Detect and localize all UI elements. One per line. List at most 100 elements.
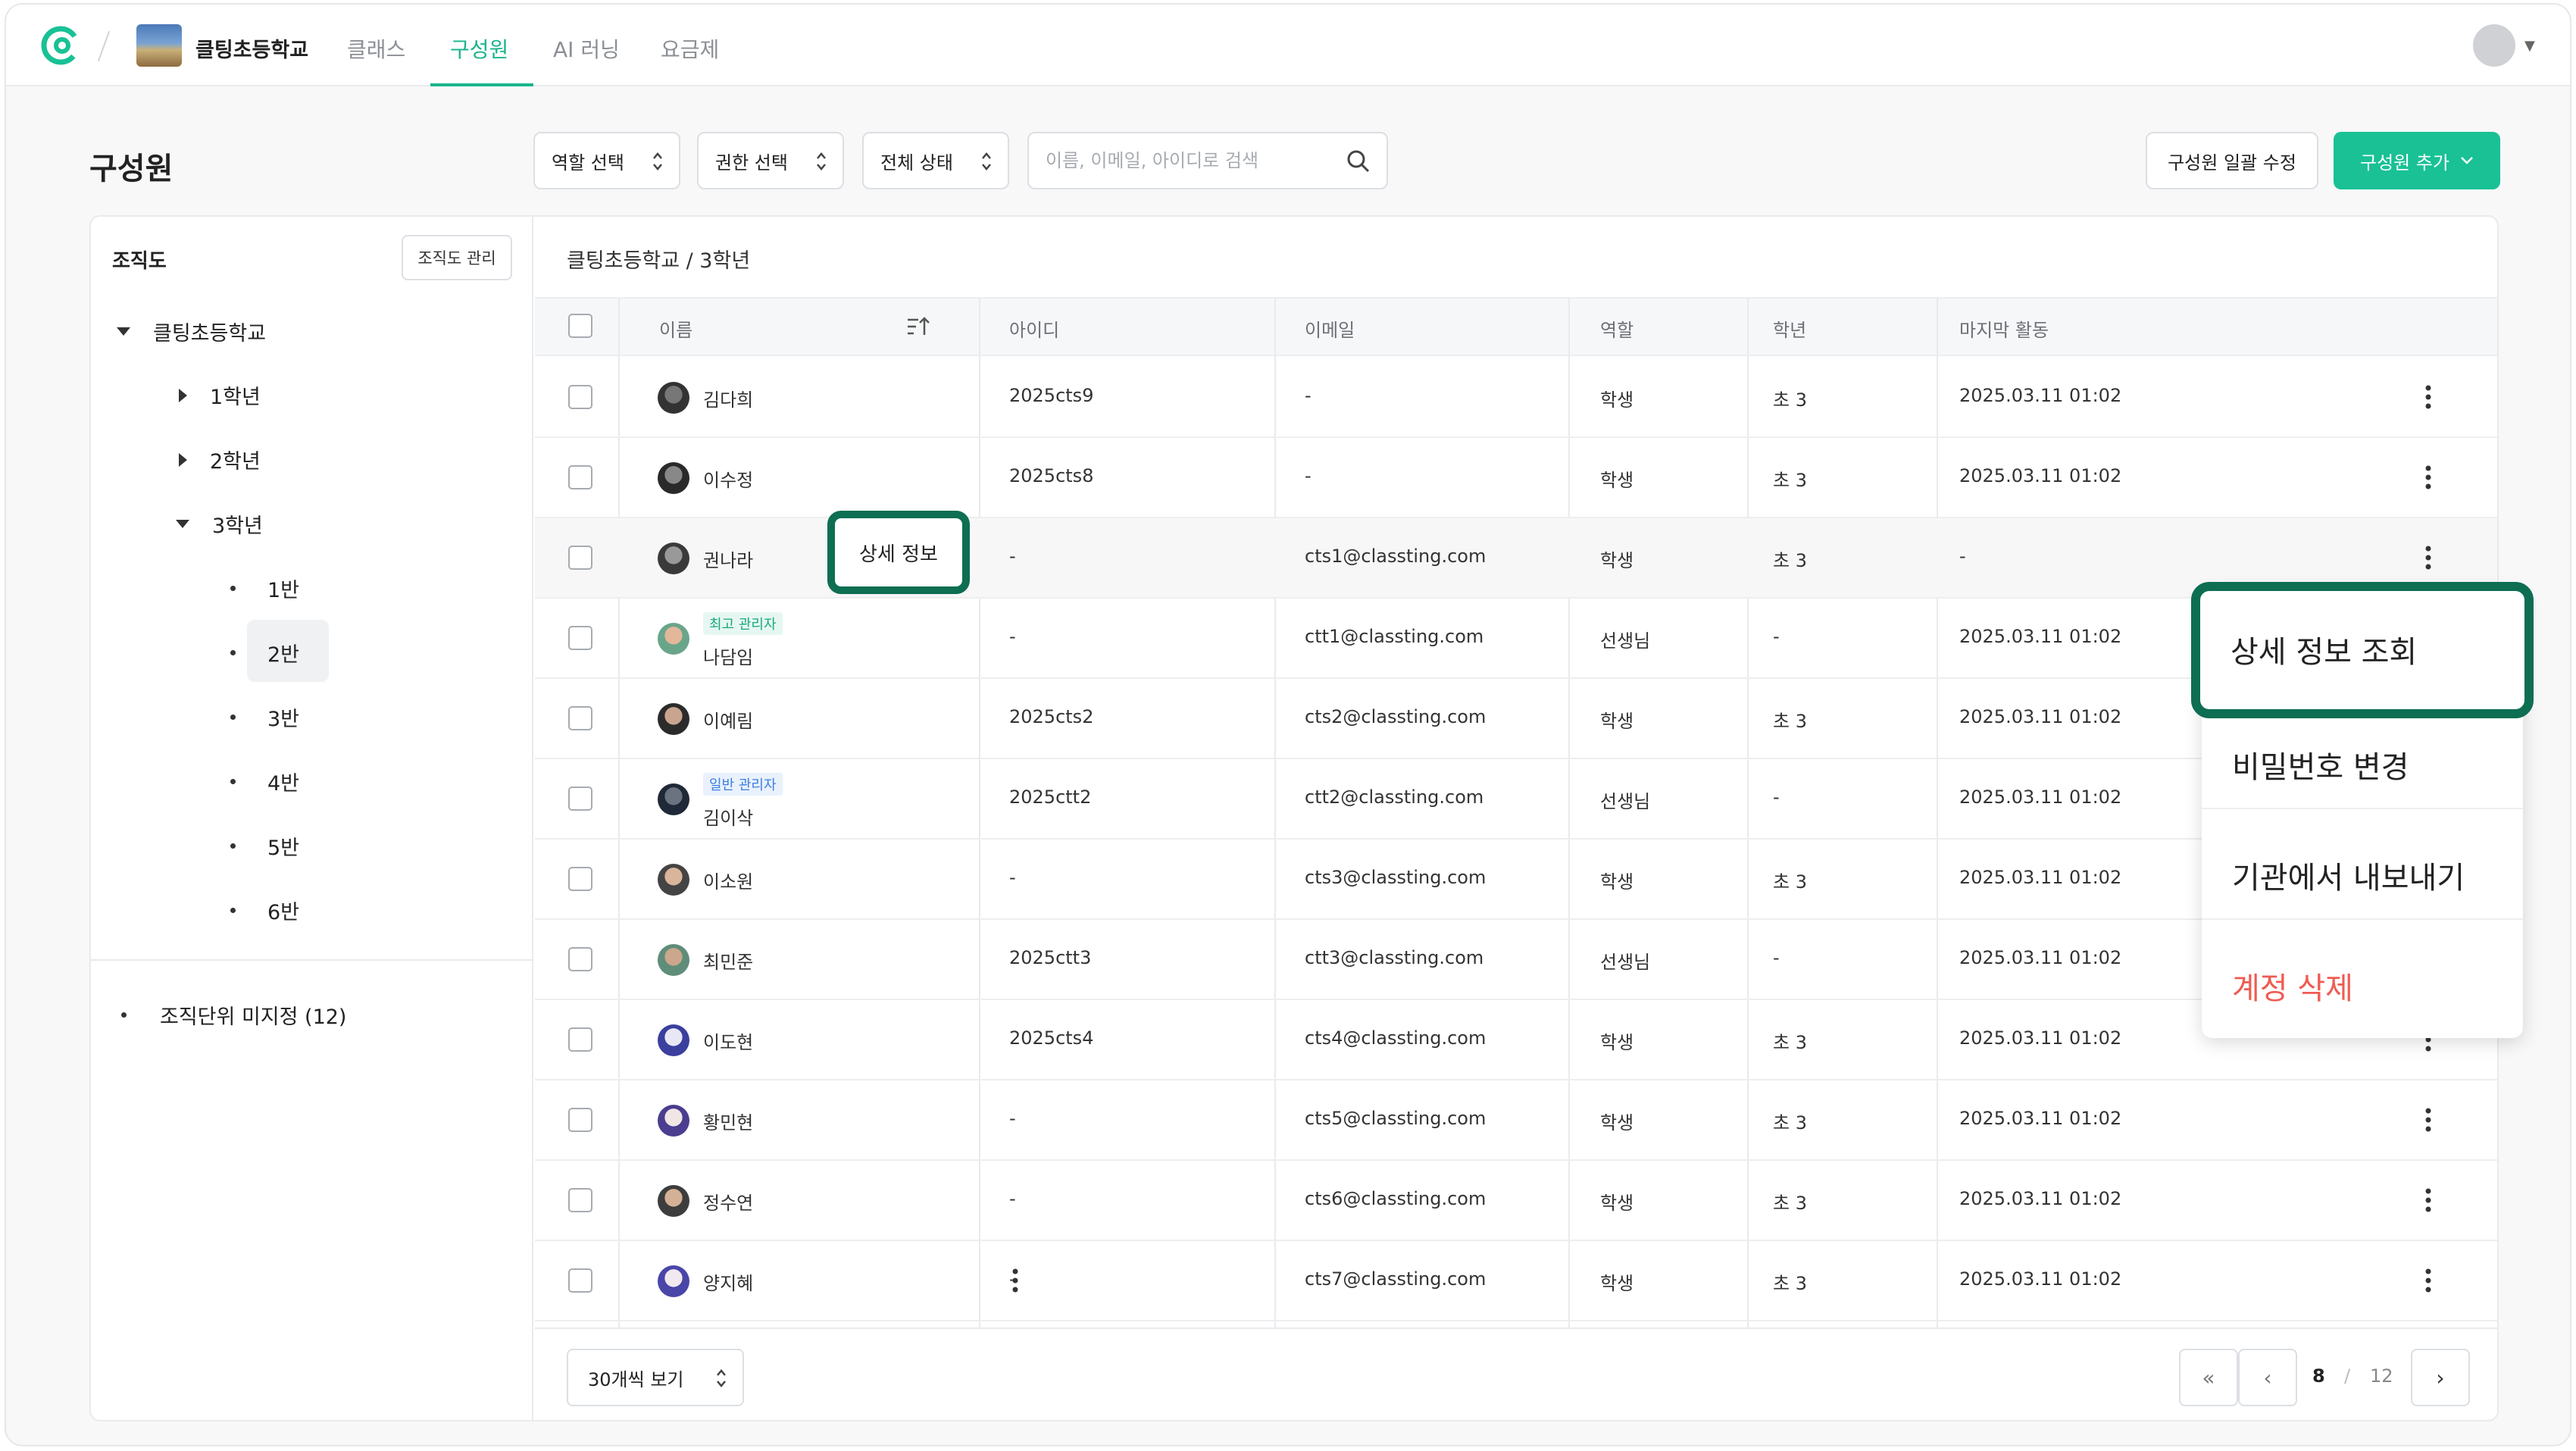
- member-name[interactable]: 이도현: [703, 1027, 753, 1054]
- header-name[interactable]: 이름: [659, 315, 692, 342]
- nav-tab-class[interactable]: 클래스: [347, 33, 405, 64]
- member-last-active: 2025.03.11 01:02: [1959, 786, 2122, 808]
- tree-item-label: 2학년: [210, 450, 261, 474]
- member-role: 학생: [1600, 1193, 1634, 1214]
- row-checkbox[interactable]: [568, 786, 592, 811]
- menu-item-change-password[interactable]: 비밀번호 변경: [2232, 743, 2409, 786]
- member-name[interactable]: 정수연: [703, 1188, 753, 1215]
- caret-down-icon[interactable]: [117, 327, 130, 336]
- member-id: -: [1009, 546, 1016, 567]
- member-name[interactable]: 이예림: [703, 706, 753, 733]
- avatar: [658, 944, 689, 976]
- menu-item-export-from-org[interactable]: 기관에서 내보내기: [2232, 853, 2465, 897]
- add-member-button[interactable]: 구성원 추가: [2334, 132, 2500, 189]
- row-checkbox[interactable]: [568, 465, 592, 489]
- first-page-button[interactable]: «: [2179, 1349, 2238, 1406]
- row-checkbox[interactable]: [568, 1027, 592, 1052]
- nav-tab-members[interactable]: 구성원: [450, 33, 508, 64]
- tree-item-grade-3[interactable]: 3학년: [176, 509, 263, 539]
- next-page-button[interactable]: ›: [2411, 1349, 2470, 1406]
- nav-tab-pricing[interactable]: 요금제: [661, 33, 719, 64]
- member-grade: 초 3: [1773, 1193, 1807, 1214]
- member-name[interactable]: 양지혜: [703, 1268, 753, 1295]
- member-last-active: 2025.03.11 01:02: [1959, 947, 2122, 968]
- more-options-icon[interactable]: [2425, 544, 2431, 571]
- menu-divider: [2202, 808, 2523, 809]
- row-checkbox[interactable]: [568, 546, 592, 570]
- permission-select[interactable]: 권한 선택: [697, 132, 844, 189]
- page-size-select[interactable]: 30개씩 보기: [567, 1349, 744, 1406]
- detail-info-button[interactable]: 상세 정보: [827, 511, 970, 594]
- nav-tab-ai-learning[interactable]: AI 러닝: [553, 33, 620, 64]
- tree-item-class-3[interactable]: 3반: [230, 702, 299, 732]
- more-options-icon[interactable]: [2425, 1187, 2431, 1214]
- select-all-checkbox[interactable]: [568, 314, 592, 338]
- menu-item-view-detail[interactable]: 상세 정보 조회: [2191, 582, 2534, 718]
- more-options-icon[interactable]: [1012, 1267, 1018, 1294]
- member-name[interactable]: 김다희: [703, 385, 753, 411]
- member-last-active: 2025.03.11 01:02: [1959, 1268, 2122, 1290]
- member-name[interactable]: 나담임: [703, 643, 753, 669]
- org-manage-button[interactable]: 조직도 관리: [402, 235, 512, 280]
- avatar: [658, 703, 689, 735]
- member-name[interactable]: 김이삭: [703, 803, 753, 830]
- tree-item-grade-1[interactable]: 1학년: [179, 380, 261, 410]
- bullet-icon: [121, 1012, 127, 1018]
- member-last-active: 2025.03.11 01:02: [1959, 1188, 2122, 1209]
- school-name[interactable]: 클팅초등학교: [195, 33, 308, 63]
- school-thumbnail[interactable]: [136, 24, 182, 67]
- tree-item-unassigned[interactable]: 조직단위 미지정 (12): [121, 1000, 346, 1030]
- row-checkbox[interactable]: [568, 706, 592, 730]
- table-row[interactable]: 양지혜 - cts7@classting.com 학생 초 3 2025.03.11 01…: [535, 1241, 2497, 1321]
- menu-item-delete-account[interactable]: 계정 삭제: [2232, 964, 2353, 1008]
- search-input[interactable]: [1029, 133, 1332, 188]
- row-checkbox[interactable]: [568, 947, 592, 971]
- member-name[interactable]: 최민준: [703, 947, 753, 974]
- member-name[interactable]: 황민현: [703, 1108, 753, 1134]
- table-row[interactable]: 김다희 2025cts9 - 학생 초 3 2025.03.11 01:02: [535, 358, 2497, 438]
- chevron-down-icon[interactable]: ▼: [2524, 38, 2535, 54]
- table-row[interactable]: 황민현 - cts5@classting.com 학생 초 3 2025.03.11 01…: [535, 1080, 2497, 1161]
- bulk-edit-button[interactable]: 구성원 일괄 수정: [2146, 132, 2318, 189]
- admin-badge: 일반 관리자: [703, 773, 783, 796]
- search-icon[interactable]: [1344, 147, 1373, 176]
- member-name[interactable]: 권나라: [703, 546, 753, 572]
- member-grade: -: [1773, 786, 1780, 808]
- row-checkbox[interactable]: [568, 1188, 592, 1212]
- tree-item-label: 클팅초등학교: [153, 322, 267, 346]
- caret-right-icon[interactable]: [179, 388, 187, 402]
- more-options-icon[interactable]: [2425, 1106, 2431, 1134]
- row-checkbox[interactable]: [568, 626, 592, 650]
- caret-right-icon[interactable]: [179, 452, 187, 467]
- header-grade: 학년: [1773, 320, 1807, 341]
- row-checkbox[interactable]: [568, 1108, 592, 1132]
- row-checkbox[interactable]: [568, 385, 592, 409]
- tree-item-class-6[interactable]: 6반: [230, 896, 299, 925]
- page-separator: /: [2344, 1365, 2351, 1387]
- status-select[interactable]: 전체 상태: [862, 132, 1009, 189]
- tree-item-class-4[interactable]: 4반: [230, 767, 299, 796]
- more-options-icon[interactable]: [2425, 464, 2431, 491]
- table-row[interactable]: 정수연 - cts6@classting.com 학생 초 3 2025.03.11 01…: [535, 1161, 2497, 1241]
- tree-item-class-5[interactable]: 5반: [230, 831, 299, 861]
- member-name[interactable]: 이소원: [703, 867, 753, 893]
- avatar: [658, 1185, 689, 1217]
- table-row[interactable]: 이수정 2025cts8 - 학생 초 3 2025.03.11 01:02: [535, 438, 2497, 518]
- prev-page-button[interactable]: ‹: [2238, 1349, 2297, 1406]
- tree-item-school[interactable]: 클팅초등학교: [117, 317, 266, 346]
- row-checkbox[interactable]: [568, 1268, 592, 1293]
- bullet-icon: [230, 586, 236, 591]
- more-options-icon[interactable]: [2425, 1267, 2431, 1294]
- tree-item-class-1[interactable]: 1반: [230, 574, 299, 603]
- user-avatar[interactable]: [2473, 24, 2515, 67]
- sort-icon[interactable]: [906, 314, 930, 339]
- tree-item-grade-2[interactable]: 2학년: [179, 445, 261, 474]
- caret-down-icon[interactable]: [176, 520, 189, 528]
- more-options-icon[interactable]: [2425, 383, 2431, 411]
- tree-item-class-2[interactable]: 2반: [230, 638, 299, 668]
- current-page[interactable]: 8: [2312, 1365, 2325, 1387]
- classting-logo-icon[interactable]: [39, 24, 82, 67]
- row-checkbox[interactable]: [568, 867, 592, 891]
- role-select[interactable]: 역할 선택: [533, 132, 680, 189]
- member-name[interactable]: 이수정: [703, 465, 753, 492]
